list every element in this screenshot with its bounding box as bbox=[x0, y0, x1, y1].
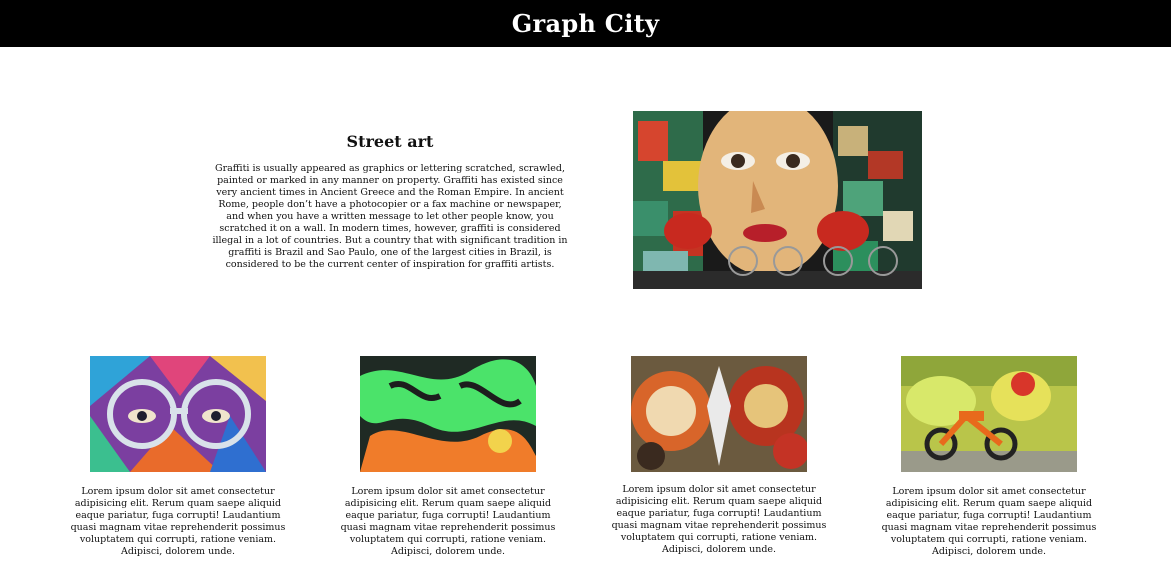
card-text-2: Lorem ipsum dolor sit amet consectetur a… bbox=[340, 486, 556, 557]
feature-heading: Street art bbox=[346, 132, 434, 151]
card-image-motorbike-graffiti bbox=[901, 356, 1077, 472]
card-image-butterfly-mural bbox=[631, 356, 807, 472]
feature-section: Street art Graffiti is usually appeared … bbox=[208, 132, 572, 271]
site-title: Graph City bbox=[511, 9, 660, 38]
feature-body: Graffiti is usually appeared as graphics… bbox=[212, 163, 568, 270]
hero-mural-image bbox=[633, 111, 922, 289]
card-text-4: Lorem ipsum dolor sit amet consectetur a… bbox=[881, 486, 1097, 557]
card-image-glasses-mural bbox=[90, 356, 266, 472]
card-text-1: Lorem ipsum dolor sit amet consectetur a… bbox=[70, 486, 286, 557]
card-text-3: Lorem ipsum dolor sit amet consectetur a… bbox=[611, 484, 827, 555]
site-header: Graph City bbox=[0, 0, 1171, 47]
card-image-green-graffiti bbox=[360, 356, 536, 472]
